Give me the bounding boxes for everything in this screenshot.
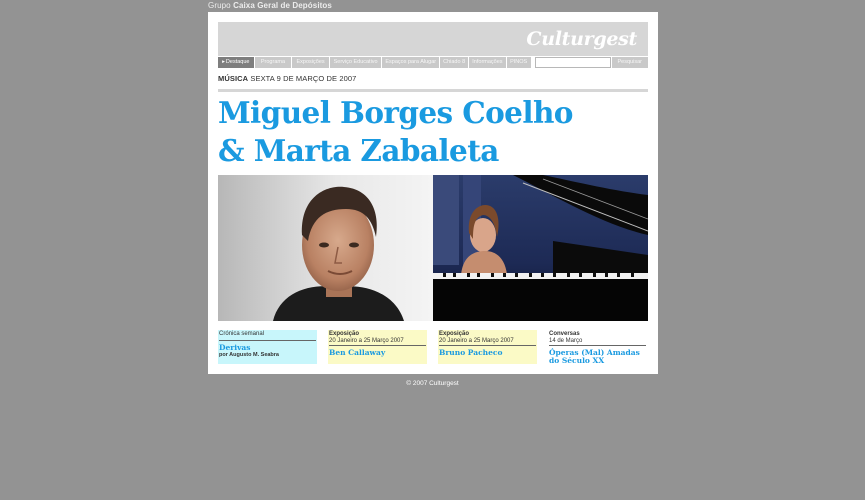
card-kicker: Crónica semanal — [219, 331, 265, 337]
card-sub: 20 Janeiro a 25 Março 2007 — [439, 338, 536, 346]
divider — [218, 89, 648, 92]
page-title: Miguel Borges Coelho & Marta Zabaleta — [218, 94, 573, 170]
card-exposicao-bruno-pacheco[interactable]: Exposição 20 Janeiro a 25 Março 2007 Bru… — [438, 330, 537, 364]
card-headline[interactable]: Derivas — [219, 344, 316, 352]
tab-informacoes[interactable]: Informações — [469, 57, 506, 68]
tab-destaque[interactable]: Destaque — [218, 57, 254, 68]
card-sub — [219, 340, 316, 341]
group-prefix: Grupo — [208, 1, 231, 10]
event-category: MÚSICA — [218, 74, 249, 83]
title-line-2: & Marta Zabaleta — [218, 133, 499, 168]
group-bar: Grupo Caixa Geral de Depósitos — [208, 1, 332, 10]
site-header: Culturgest — [218, 22, 648, 56]
photo-marta-zabaleta — [433, 175, 648, 321]
tab-exposicoes[interactable]: Exposições — [292, 57, 329, 68]
card-exposicao-ben-callaway[interactable]: Exposição 20 Janeiro a 25 Março 2007 Ben… — [328, 330, 427, 364]
main-nav: Destaque Programa Exposições Serviço Edu… — [218, 57, 648, 68]
card-kicker: Exposição — [329, 331, 360, 337]
card-kicker: Exposição — [439, 331, 470, 337]
culturgest-logo[interactable]: Culturgest — [526, 28, 637, 50]
teaser-cards: Crónica semanal Derivas por Augusto M. S… — [218, 330, 648, 366]
footer-copyright: © 2007 Culturgest — [406, 380, 459, 387]
tab-chiado-8[interactable]: Chiado 8 — [440, 57, 469, 68]
card-headline[interactable]: Bruno Pacheco — [439, 349, 536, 357]
card-headline[interactable]: Ben Callaway — [329, 349, 426, 357]
card-byline: por Augusto M. Seabra — [219, 352, 279, 358]
tab-servico-educativo[interactable]: Serviço Educativo — [329, 57, 382, 68]
card-cronica[interactable]: Crónica semanal Derivas por Augusto M. S… — [218, 330, 317, 364]
photo-miguel-borges-coelho — [218, 175, 433, 321]
event-date: SEXTA 9 DE MARÇO DE 2007 — [250, 74, 357, 83]
tab-pinos[interactable]: PINOS — [506, 57, 531, 68]
search-button[interactable]: Pesquisar — [611, 57, 648, 68]
title-line-1: Miguel Borges Coelho — [218, 95, 573, 130]
card-sub: 20 Janeiro a 25 Março 2007 — [329, 338, 426, 346]
card-sub: 14 de Março — [549, 338, 646, 346]
card-kicker: Conversas — [549, 331, 580, 337]
search-input[interactable] — [534, 57, 611, 68]
card-conversas[interactable]: Conversas 14 de Março Óperas (Mal) Amada… — [548, 330, 647, 365]
page-container: Culturgest Destaque Programa Exposições … — [208, 12, 658, 374]
tab-programa[interactable]: Programa — [254, 57, 292, 68]
event-dateline: MÚSICA SEXTA 9 DE MARÇO DE 2007 — [218, 74, 356, 83]
group-brand-link[interactable]: Caixa Geral de Depósitos — [233, 1, 332, 10]
card-headline[interactable]: Óperas (Mal) Amadas do Século XX — [549, 349, 646, 365]
tab-espacos-para-alugar[interactable]: Espaços para Alugar — [382, 57, 440, 68]
